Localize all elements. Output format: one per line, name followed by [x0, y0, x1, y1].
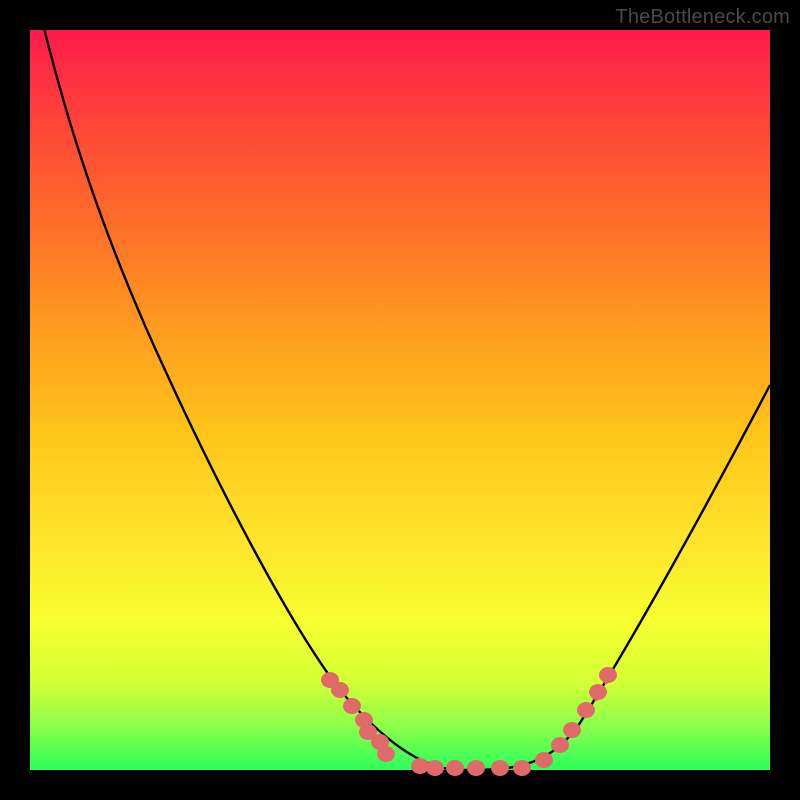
marker-cluster-left: [321, 672, 395, 762]
sample-point: [491, 760, 509, 776]
sample-point: [377, 746, 395, 762]
attribution-text: TheBottleneck.com: [615, 6, 790, 29]
sample-point: [563, 722, 581, 738]
sample-point: [467, 760, 485, 776]
bottleneck-curve: [40, 12, 770, 770]
sample-point: [535, 752, 553, 768]
curve-svg: [30, 30, 770, 770]
sample-point: [589, 684, 607, 700]
sample-point: [513, 760, 531, 776]
sample-point: [426, 760, 444, 776]
sample-point: [331, 682, 349, 698]
sample-point: [343, 698, 361, 714]
sample-point: [446, 760, 464, 776]
plot-area: [30, 30, 770, 770]
chart-frame: TheBottleneck.com: [0, 0, 800, 800]
sample-point: [551, 737, 569, 753]
sample-point: [599, 667, 617, 683]
